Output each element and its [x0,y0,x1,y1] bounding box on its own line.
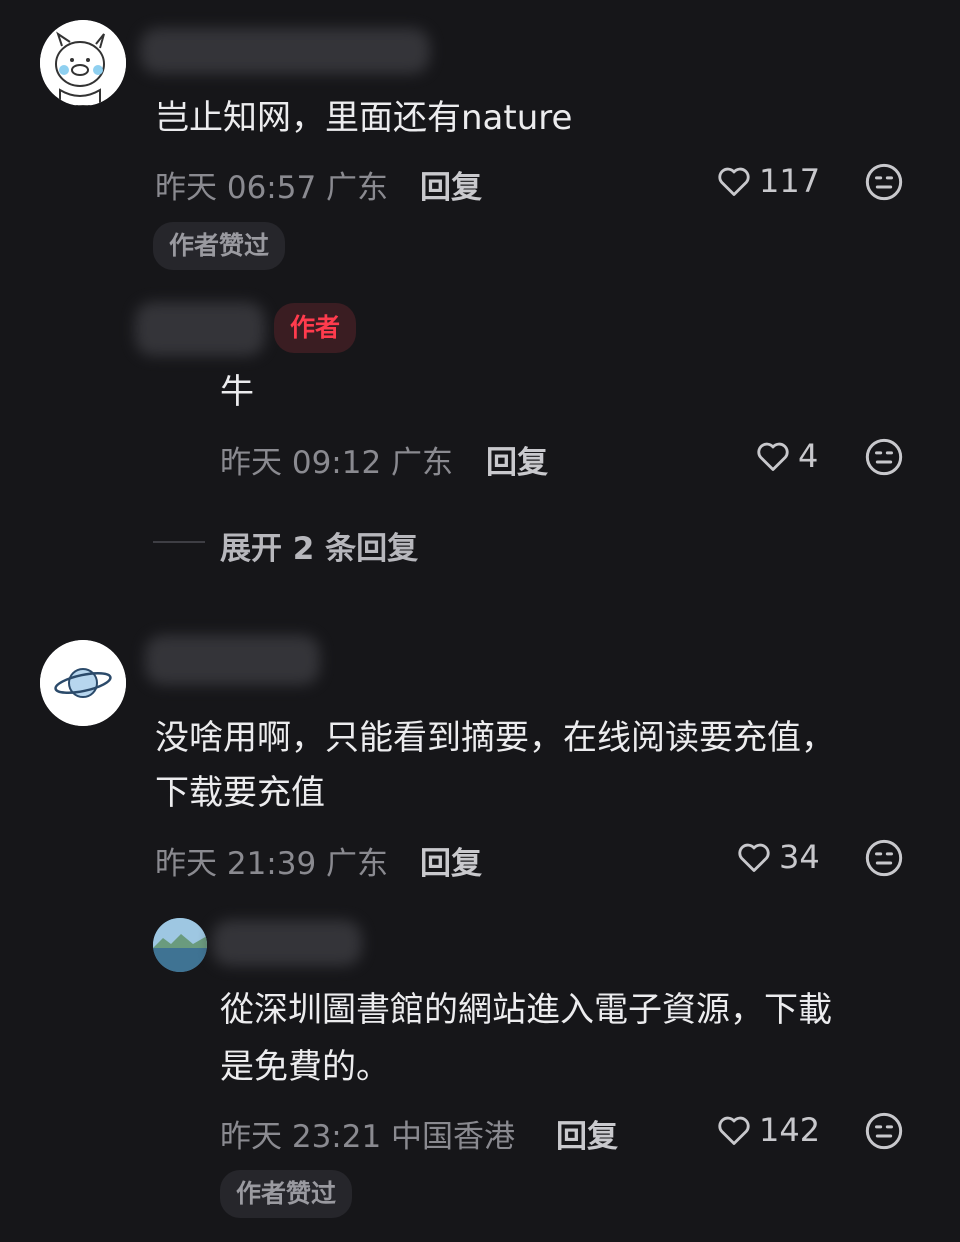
username-blurred[interactable] [135,302,265,356]
like-count: 117 [759,162,821,200]
comment-text-line1: 没啥用啊，只能看到摘要，在线阅读要充值， [155,718,835,758]
heart-icon [757,442,789,471]
like-button[interactable]: 4 [754,437,818,475]
comment-time-location: 昨天 06:57 广东 [155,170,389,206]
heart-icon [738,843,770,872]
reply-button[interactable]: 回复 [420,838,482,883]
like-count: 34 [779,838,820,876]
reply-button[interactable]: 回复 [486,437,548,482]
avatar[interactable] [40,640,126,726]
like-count: 142 [759,1111,821,1149]
divider [153,541,205,543]
reply-button[interactable]: 回复 [420,162,482,207]
heart-icon [718,167,750,196]
author-tag: 作者 [274,303,357,353]
comment-text: 牛 [220,372,254,412]
heart-icon [718,1116,750,1145]
comment-time-location: 昨天 21:39 广东 [155,846,389,882]
expand-replies-button[interactable]: 展开 2 条回复 [220,523,418,568]
username-blurred[interactable] [145,635,320,685]
landscape-photo-avatar-icon [153,918,207,972]
comment-text-line2: 是免費的。 [220,1047,390,1087]
neutral-face-icon [865,839,903,877]
reaction-button[interactable] [864,1111,904,1155]
pig-cartoon-avatar-icon [40,20,126,106]
comment-text: 岂止知网，里面还有nature [155,98,573,138]
like-count: 4 [798,437,819,475]
comment-time-location: 昨天 09:12 广东 [220,445,454,481]
neutral-face-icon [865,438,903,476]
like-button[interactable]: 117 [715,162,820,200]
username-blurred[interactable] [212,920,362,966]
like-button[interactable]: 142 [715,1111,820,1149]
reaction-button[interactable] [864,838,904,882]
author-liked-badge: 作者赞过 [153,222,286,270]
avatar[interactable] [153,918,207,972]
reply-button[interactable]: 回复 [556,1111,618,1156]
reaction-button[interactable] [864,162,904,206]
neutral-face-icon [865,1112,903,1150]
author-liked-badge: 作者赞过 [220,1170,353,1218]
username-blurred[interactable] [140,28,430,74]
planet-avatar-icon [40,640,126,726]
like-button[interactable]: 34 [735,838,820,876]
comment-time-location: 昨天 23:21 中国香港 [220,1119,516,1155]
avatar[interactable] [40,20,126,106]
reaction-button[interactable] [864,437,904,481]
comment-text-line1: 從深圳圖書館的網站進入電子資源，下載 [220,990,832,1030]
neutral-face-icon [865,163,903,201]
comment-text-line2: 下载要充值 [155,773,325,813]
